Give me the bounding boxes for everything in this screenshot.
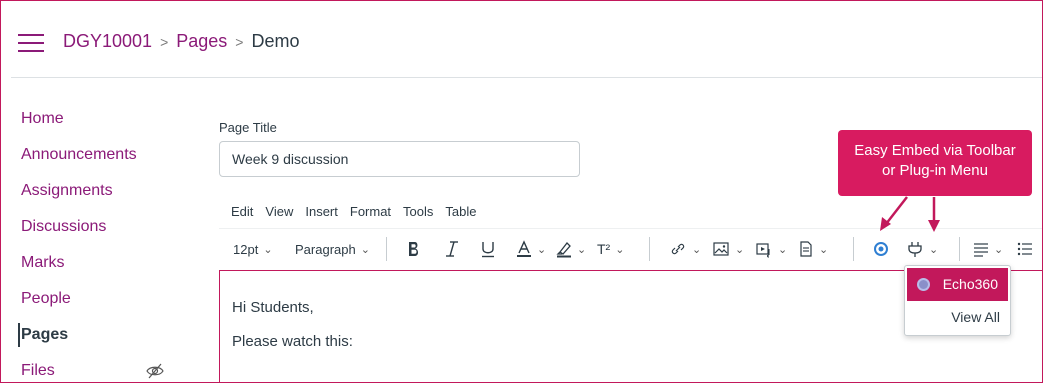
sidebar-item-marks[interactable]: Marks: [1, 245, 191, 281]
image-icon: [713, 242, 729, 256]
toolbar-separator: [649, 237, 650, 261]
sidebar-item-home[interactable]: Home: [1, 101, 191, 137]
breadcrumb: DGY10001 > Pages > Demo: [63, 31, 300, 52]
document-button[interactable]: ⌄: [798, 235, 828, 263]
editor-paragraph: Please watch this:: [232, 333, 353, 350]
plugin-dropdown-menu: Echo360 View All: [904, 265, 1011, 336]
highlight-icon: [556, 242, 571, 258]
chevron-down-icon: ⌄: [735, 243, 745, 256]
menu-view[interactable]: View: [265, 204, 293, 219]
echo360-icon: [874, 242, 888, 256]
editor-paragraph: Hi Students,: [232, 299, 314, 316]
app-frame: DGY10001 > Pages > Demo Home Announcemen…: [0, 0, 1043, 383]
italic-icon: [446, 241, 458, 257]
menu-edit[interactable]: Edit: [231, 204, 253, 219]
breadcrumb-current: Demo: [251, 31, 300, 51]
chevron-down-icon: ⌄: [577, 243, 587, 256]
header-divider: [11, 77, 1042, 78]
page-title-input[interactable]: [219, 141, 580, 177]
menu-insert[interactable]: Insert: [305, 204, 338, 219]
breadcrumb-separator: >: [235, 33, 244, 50]
toolbar-separator: [959, 237, 960, 261]
bold-icon: [409, 242, 418, 256]
menu-item-label: Echo360: [942, 276, 998, 292]
list-icon: [1017, 242, 1032, 256]
menu-item-label: View All: [951, 309, 1000, 325]
list-button[interactable]: [1017, 235, 1033, 263]
italic-button[interactable]: [445, 235, 459, 263]
chevron-down-icon: ⌄: [615, 243, 625, 256]
page-title-label: Page Title: [219, 120, 277, 135]
chevron-down-icon: ⌄: [994, 243, 1004, 256]
editor-toolbar: 12pt ⌄ Paragraph ⌄ ⌄ ⌄ T² ⌄ ⌄ ⌄ ⌄ ⌄ ⌄ ⌄: [219, 228, 1042, 270]
breadcrumb-pages-link[interactable]: Pages: [176, 31, 227, 52]
text-color-icon: [517, 240, 531, 257]
chevron-down-icon: ⌄: [819, 243, 829, 256]
menu-item-echo360[interactable]: Echo360: [907, 268, 1008, 301]
toolbar-separator: [853, 237, 854, 261]
sidebar-item-pages[interactable]: Pages: [1, 317, 191, 353]
callout-line: Easy Embed via Toolbar: [854, 142, 1016, 159]
underline-button[interactable]: [480, 235, 496, 263]
superscript-icon: T²: [597, 241, 611, 257]
eye-off-icon: [146, 363, 164, 379]
font-size-value: 12pt: [233, 241, 259, 257]
menu-table[interactable]: Table: [445, 204, 476, 219]
chevron-down-icon: ⌄: [537, 243, 547, 256]
chevron-down-icon: ⌄: [263, 243, 273, 256]
superscript-button[interactable]: T² ⌄: [597, 235, 624, 263]
sidebar-item-assignments[interactable]: Assignments: [1, 173, 191, 209]
align-button[interactable]: ⌄: [973, 235, 1003, 263]
hamburger-menu-icon[interactable]: [18, 34, 44, 52]
echo360-icon: [917, 278, 930, 291]
underline-icon: [482, 242, 494, 258]
sidebar-item-files[interactable]: Files: [1, 353, 191, 382]
block-format-value: Paragraph: [295, 241, 356, 257]
editor-menubar: Edit View Insert Format Tools Table: [231, 204, 476, 219]
bold-button[interactable]: [406, 235, 422, 263]
media-icon: [756, 243, 770, 258]
sidebar-item-label: Files: [21, 362, 55, 379]
chevron-down-icon: ⌄: [929, 243, 939, 256]
menu-format[interactable]: Format: [350, 204, 391, 219]
link-button[interactable]: ⌄: [669, 235, 701, 263]
breadcrumb-separator: >: [160, 33, 169, 50]
media-button[interactable]: ⌄: [755, 235, 787, 263]
image-button[interactable]: ⌄: [712, 235, 744, 263]
plugin-menu-button[interactable]: ⌄: [906, 235, 938, 263]
block-format-select[interactable]: Paragraph ⌄: [295, 235, 370, 263]
menu-tools[interactable]: Tools: [403, 204, 433, 219]
link-icon: [671, 243, 685, 255]
text-color-button[interactable]: ⌄: [516, 235, 546, 263]
align-icon: [974, 243, 988, 257]
callout-line: or Plug-in Menu: [882, 162, 988, 179]
sidebar-item-announcements[interactable]: Announcements: [1, 137, 191, 173]
annotation-callout: Easy Embed via Toolbar or Plug-in Menu: [838, 130, 1032, 196]
chevron-down-icon: ⌄: [360, 243, 370, 256]
font-size-select[interactable]: 12pt ⌄: [233, 235, 273, 263]
sidebar-item-discussions[interactable]: Discussions: [1, 209, 191, 245]
toolbar-separator: [386, 237, 387, 261]
sidebar-item-people[interactable]: People: [1, 281, 191, 317]
highlight-button[interactable]: ⌄: [556, 235, 586, 263]
breadcrumb-course-link[interactable]: DGY10001: [63, 31, 152, 52]
chevron-down-icon: ⌄: [778, 243, 788, 256]
chevron-down-icon: ⌄: [692, 243, 702, 256]
course-nav: Home Announcements Assignments Discussio…: [1, 101, 191, 382]
menu-item-view-all[interactable]: View All: [905, 301, 1010, 334]
echo360-button[interactable]: [873, 235, 889, 263]
document-icon: [800, 241, 812, 257]
plugin-icon: [908, 242, 922, 257]
